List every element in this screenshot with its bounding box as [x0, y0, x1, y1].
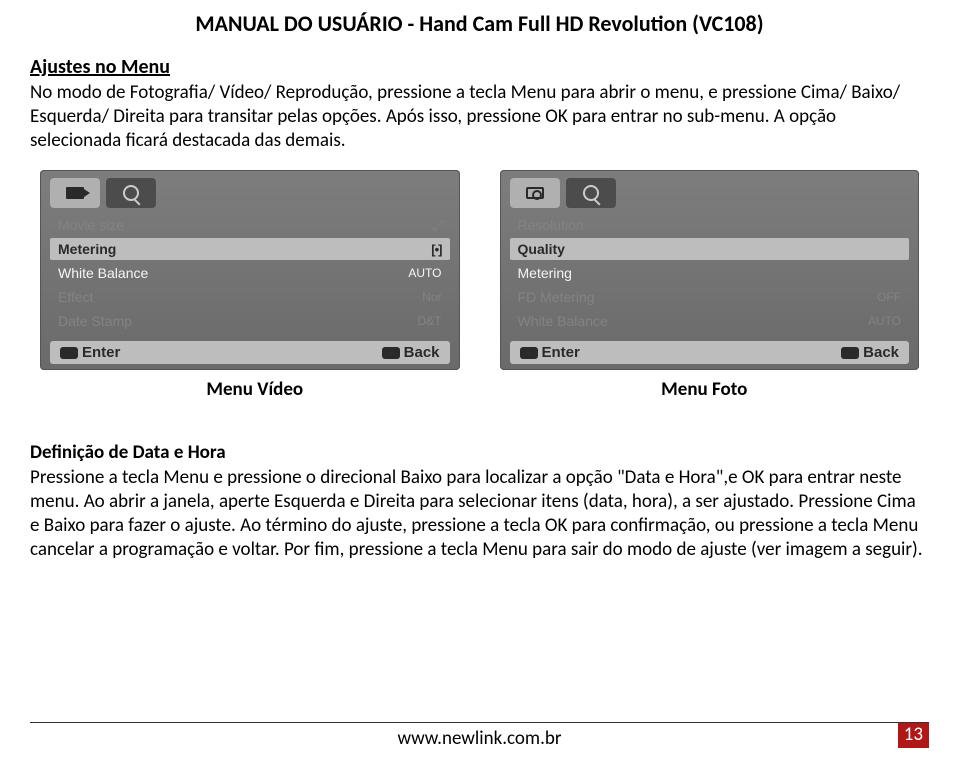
menu-item-label: White Balance — [58, 265, 148, 281]
menu-item: Date Stamp D&T — [50, 310, 450, 332]
menu-item-value: Nor — [402, 290, 442, 304]
wrench-icon — [123, 185, 139, 201]
metering-icon: [•] — [402, 242, 442, 257]
menu-item-value: D&T — [402, 314, 442, 328]
menu-item: FD Metering OFF — [510, 286, 910, 308]
tab-photo-icon — [510, 178, 560, 208]
page-number: 13 — [898, 723, 929, 748]
menu-screenshot-photo: Resolution Quality Metering FD Metering … — [500, 170, 920, 370]
footer-enter: Enter — [60, 344, 120, 361]
menu-item: Effect Nor — [50, 286, 450, 308]
section-heading-ajustes: Ajustes no Menu — [30, 55, 929, 79]
key-icon — [841, 347, 859, 359]
menu-screenshot-video: Movie size ⤢ Metering [•] White Balance … — [40, 170, 460, 370]
camera-icon — [526, 187, 544, 199]
menu-footer-video: Enter Back — [50, 341, 450, 364]
key-icon — [382, 347, 400, 359]
tab-video-icon — [50, 178, 100, 208]
menu-tabs-video — [50, 178, 450, 208]
menu-item: Metering [•] — [50, 238, 450, 260]
menu-item-label: Metering — [518, 265, 572, 281]
menu-item-label: Effect — [58, 289, 94, 305]
menu-item-label: FD Metering — [518, 289, 595, 305]
footer-url: www.newlink.com.br — [397, 727, 561, 750]
camcorder-icon — [66, 187, 84, 199]
footer-enter-label: Enter — [82, 344, 120, 361]
menu-tabs-photo — [510, 178, 910, 208]
caption-video: Menu Vídeo — [30, 378, 480, 401]
caption-photo: Menu Foto — [480, 378, 930, 401]
menu-item: White Balance AUTO — [510, 310, 910, 332]
tab-settings-icon — [566, 178, 616, 208]
menu-footer-photo: Enter Back — [510, 341, 910, 364]
footer-enter-label: Enter — [542, 344, 580, 361]
footer-back: Back — [382, 344, 440, 361]
tab-settings-icon — [106, 178, 156, 208]
footer-back: Back — [841, 344, 899, 361]
menu-item-label: Metering — [58, 241, 116, 257]
page-footer: www.newlink.com.br 13 — [30, 722, 929, 750]
menu-item-label: Date Stamp — [58, 313, 132, 329]
page-header-title: MANUAL DO USUÁRIO - Hand Cam Full HD Rev… — [30, 10, 929, 37]
screenshots-row: Movie size ⤢ Metering [•] White Balance … — [30, 170, 929, 370]
expand-icon: ⤢ — [402, 217, 442, 234]
menu-item: White Balance AUTO — [50, 262, 450, 284]
footer-back-label: Back — [863, 344, 899, 361]
menu-item-value: AUTO — [861, 314, 901, 328]
footer-enter: Enter — [520, 344, 580, 361]
menu-items-video: Movie size ⤢ Metering [•] White Balance … — [50, 214, 450, 337]
key-icon — [60, 347, 78, 359]
key-icon — [520, 347, 538, 359]
section-heading-datahora: Definição de Data e Hora — [30, 441, 929, 464]
menu-item-label: Quality — [518, 241, 565, 257]
footer-back-label: Back — [404, 344, 440, 361]
menu-item: Quality — [510, 238, 910, 260]
section-body-datahora: Pressione a tecla Menu e pressione o dir… — [30, 466, 929, 561]
section-body-ajustes: No modo de Fotografia/ Vídeo/ Reprodução… — [30, 81, 929, 152]
menu-item: Movie size ⤢ — [50, 214, 450, 236]
menu-item-value: AUTO — [402, 266, 442, 280]
menu-items-photo: Resolution Quality Metering FD Metering … — [510, 214, 910, 337]
wrench-icon — [583, 185, 599, 201]
menu-item-value: OFF — [861, 290, 901, 304]
captions-row: Menu Vídeo Menu Foto — [30, 378, 929, 401]
menu-item-label: White Balance — [518, 313, 608, 329]
menu-item: Metering — [510, 262, 910, 284]
menu-item-label: Resolution — [518, 217, 584, 233]
menu-item-label: Movie size — [58, 217, 124, 233]
menu-item: Resolution — [510, 214, 910, 236]
